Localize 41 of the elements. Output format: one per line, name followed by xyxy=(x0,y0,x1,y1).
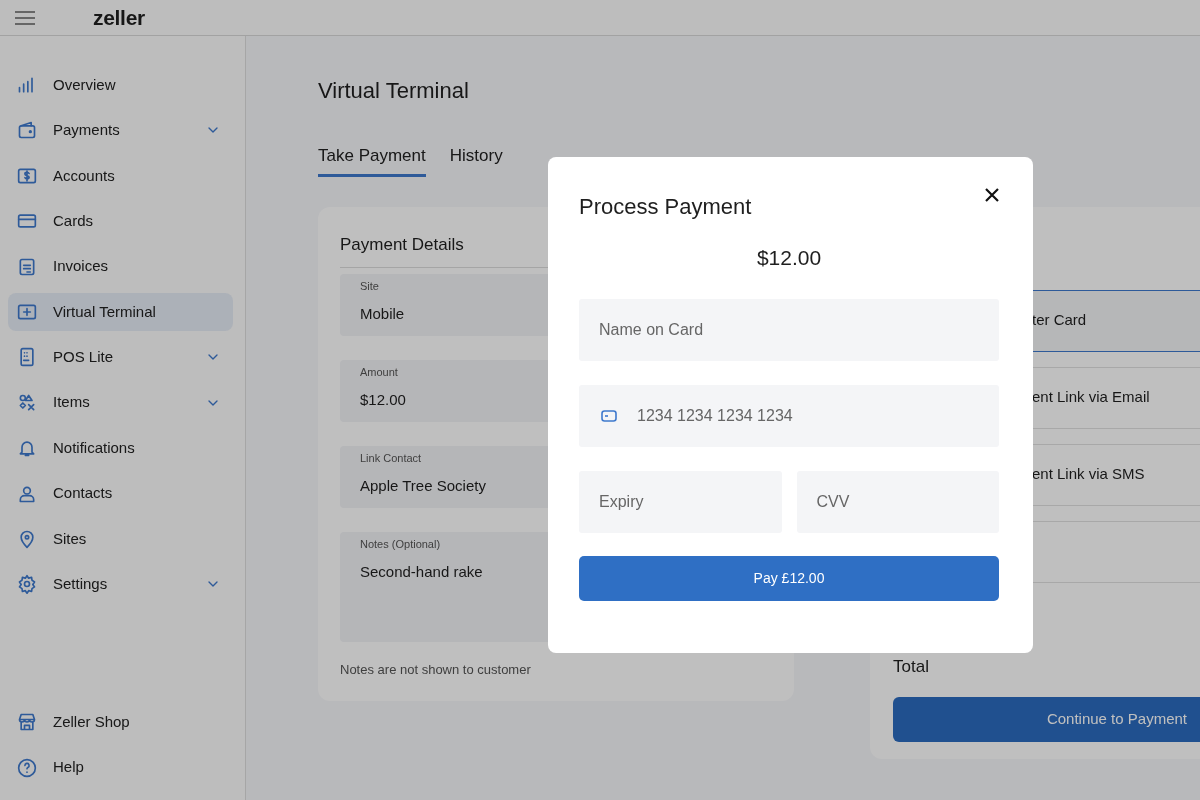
sidebar-item[interactable]: Sites xyxy=(8,519,233,558)
continue-button[interactable]: Continue to Payment xyxy=(893,697,1200,742)
modal-title: Process Payment xyxy=(579,193,752,221)
location-pin-icon xyxy=(17,528,37,549)
input-field[interactable]: CVV xyxy=(796,470,999,533)
pay-button[interactable]: Pay £12.00 xyxy=(579,555,999,601)
total-label: Total xyxy=(893,655,929,678)
tab[interactable]: History xyxy=(449,143,503,177)
sidebar-item[interactable]: Help xyxy=(8,748,233,787)
input-field[interactable]: Name on Card xyxy=(579,298,999,361)
shapes-icon xyxy=(17,392,37,413)
input-field[interactable]: Expiry xyxy=(579,470,782,533)
card-number-field[interactable]: 1234 1234 1234 1234 xyxy=(579,384,999,447)
sidebar-item[interactable]: Contacts xyxy=(8,474,233,513)
sidebar-item[interactable]: Zeller Shop xyxy=(8,703,233,742)
sidebar-item[interactable]: Cards xyxy=(8,202,233,241)
page-title: Virtual Terminal xyxy=(318,77,470,105)
sidebar-item[interactable]: Overview xyxy=(8,66,233,104)
card-icon xyxy=(601,409,617,422)
logo[interactable]: zeller xyxy=(93,7,145,28)
amount: $12.00 xyxy=(756,246,822,269)
settings-icon xyxy=(17,574,37,595)
help-icon xyxy=(17,757,37,778)
card-title: Payment Details xyxy=(340,233,464,256)
helper-text: Notes are not shown to customer xyxy=(340,661,531,679)
sidebar-item[interactable]: Payments xyxy=(8,111,233,150)
tab[interactable]: Take Payment xyxy=(318,143,426,177)
sidebar-item[interactable]: Items xyxy=(8,383,233,422)
wallet-icon xyxy=(17,120,37,141)
document-icon xyxy=(17,256,37,277)
sidebar-item[interactable]: POS Lite xyxy=(8,338,233,377)
sidebar-item[interactable]: Settings xyxy=(8,565,233,604)
bell-icon xyxy=(17,438,37,459)
sidebar-item[interactable]: Notifications xyxy=(8,429,233,468)
close-icon[interactable] xyxy=(985,188,999,202)
storefront-icon xyxy=(17,712,37,733)
menu-icon[interactable] xyxy=(15,9,35,26)
sidebar-item[interactable]: Accounts xyxy=(8,156,233,195)
calculator-icon xyxy=(17,347,37,368)
sidebar-item[interactable]: Invoices xyxy=(8,247,233,286)
sidebar-item[interactable]: Virtual Terminal xyxy=(8,292,233,331)
